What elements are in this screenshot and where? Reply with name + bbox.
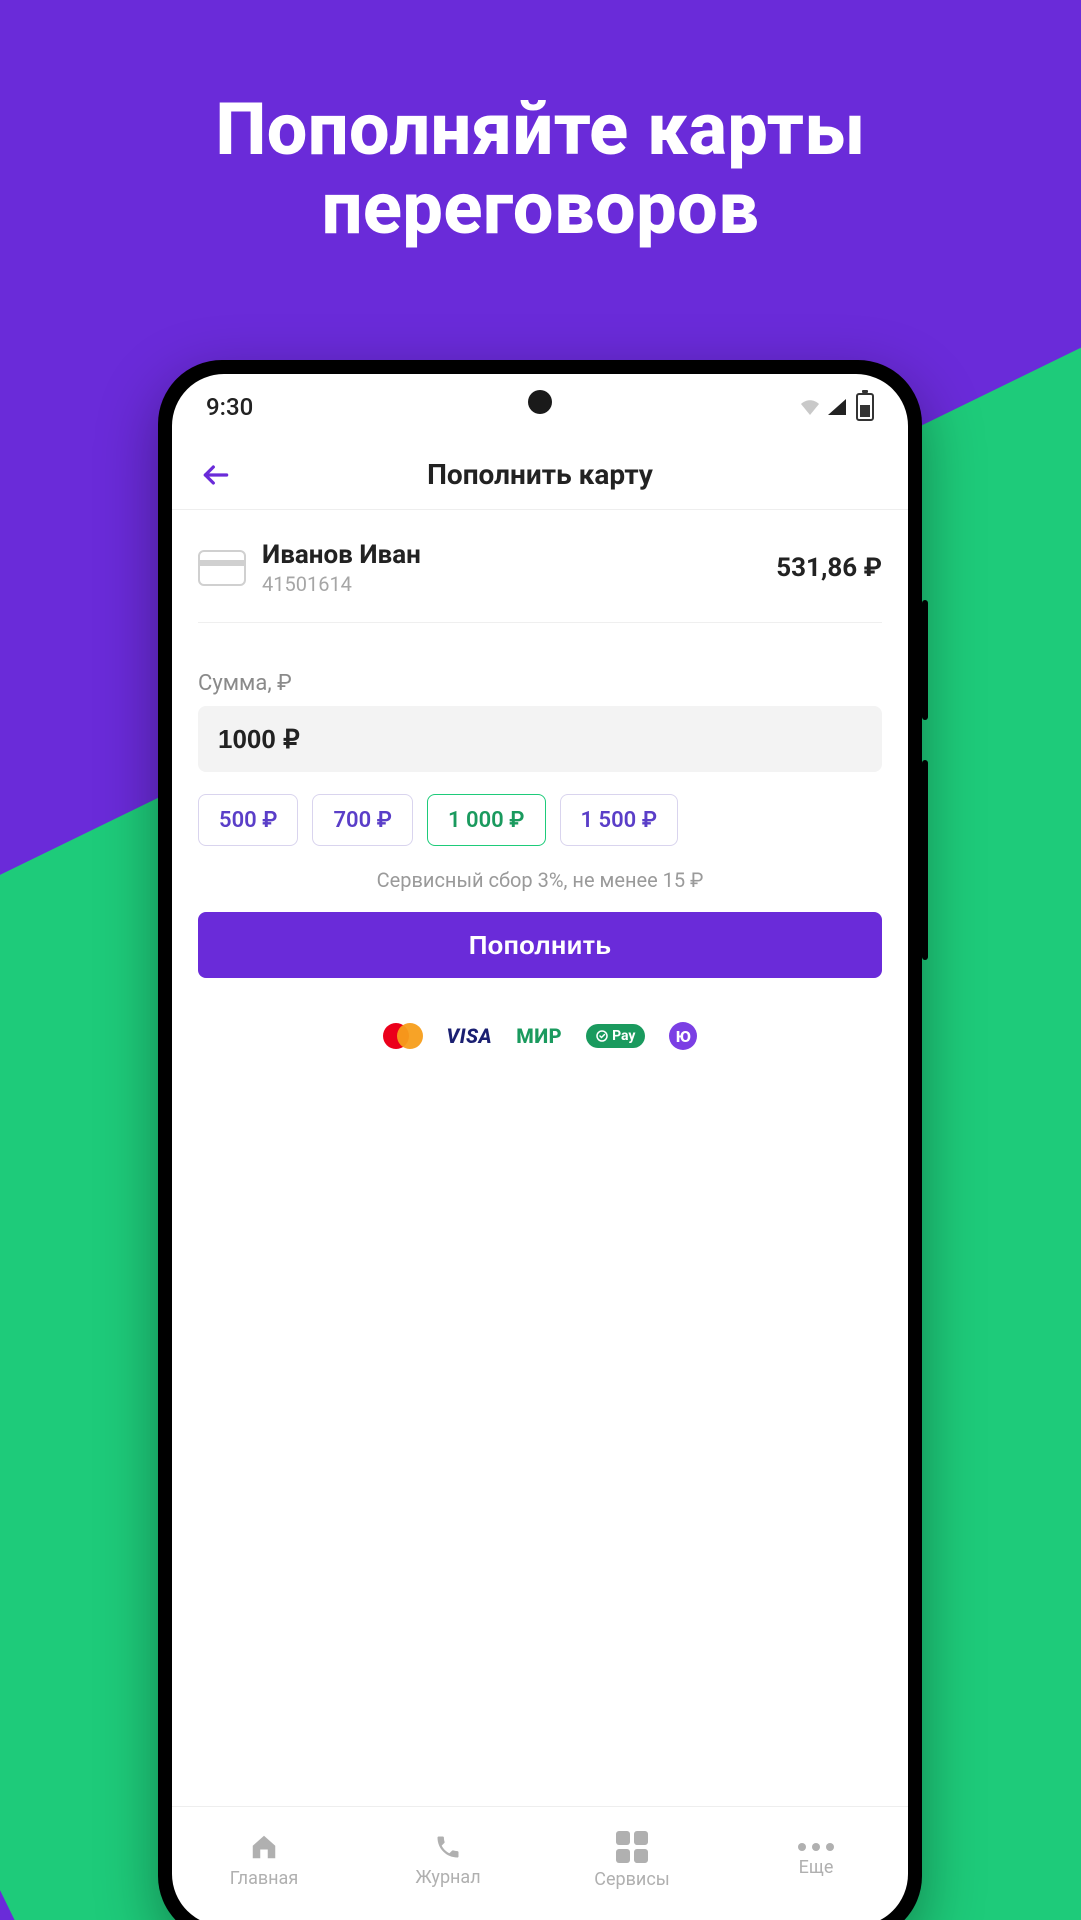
grid-icon (616, 1831, 648, 1863)
sberpay-label: Pay (612, 1028, 635, 1044)
battery-icon (856, 393, 874, 421)
nav-more[interactable]: Еще (724, 1807, 908, 1914)
back-button[interactable] (194, 453, 238, 497)
card-balance: 531,86 ₽ (776, 553, 882, 583)
card-holder-name: Иванов Иван (262, 540, 760, 570)
status-indicators (798, 393, 874, 421)
mastercard-icon (383, 1023, 423, 1049)
marketing-line-1: Пополняйте карты (0, 90, 1081, 169)
nav-home[interactable]: Главная (172, 1807, 356, 1914)
amount-section: Сумма, ₽ 500 ₽ 700 ₽ 1 000 ₽ 1 500 ₽ Сер… (198, 671, 882, 1050)
card-number: 41501614 (262, 572, 760, 596)
amount-label: Сумма, ₽ (198, 671, 882, 696)
card-summary-row[interactable]: Иванов Иван 41501614 531,86 ₽ (198, 510, 882, 623)
amount-input[interactable] (198, 706, 882, 772)
payment-logos-row: VISA МИР Pay Ю (198, 1022, 882, 1050)
yoomoney-icon: Ю (669, 1022, 697, 1050)
mir-icon: МИР (516, 1024, 562, 1048)
card-icon (198, 550, 246, 586)
home-icon (249, 1832, 279, 1862)
bottom-nav: Главная Журнал Сервисы (172, 1806, 908, 1920)
nav-more-label: Еще (799, 1857, 834, 1878)
promo-stage: Пополняйте карты переговоров 9:30 (0, 0, 1081, 1920)
card-info: Иванов Иван 41501614 (262, 540, 760, 596)
phone-side-button-1 (922, 600, 928, 720)
status-time: 9:30 (206, 393, 253, 421)
signal-icon (826, 397, 848, 417)
nav-journal-label: Журнал (415, 1867, 480, 1888)
nav-journal[interactable]: Журнал (356, 1807, 540, 1914)
nav-services-label: Сервисы (594, 1869, 669, 1890)
sberpay-icon: Pay (586, 1024, 645, 1048)
visa-icon: VISA (447, 1024, 493, 1048)
status-bar: 9:30 (172, 374, 908, 440)
marketing-headline: Пополняйте карты переговоров (0, 90, 1081, 248)
more-icon (798, 1843, 834, 1851)
wifi-icon (798, 397, 822, 417)
amount-preset-chips: 500 ₽ 700 ₽ 1 000 ₽ 1 500 ₽ (198, 794, 882, 846)
phone-side-button-2 (922, 760, 928, 960)
topup-button[interactable]: Пополнить (198, 912, 882, 978)
page-title: Пополнить карту (427, 458, 653, 491)
phone-screen: 9:30 Пополни (172, 374, 908, 1920)
app-bar: Пополнить карту (172, 440, 908, 510)
nav-home-label: Главная (230, 1868, 298, 1889)
phone-icon (434, 1833, 462, 1861)
amount-chip-1500[interactable]: 1 500 ₽ (560, 794, 679, 846)
content-area: Иванов Иван 41501614 531,86 ₽ Сумма, ₽ 5… (172, 510, 908, 1806)
amount-chip-700[interactable]: 700 ₽ (312, 794, 412, 846)
service-fee-note: Сервисный сбор 3%, не менее 15 ₽ (198, 868, 882, 892)
phone-frame: 9:30 Пополни (158, 360, 922, 1920)
amount-chip-1000[interactable]: 1 000 ₽ (427, 794, 546, 846)
nav-services[interactable]: Сервисы (540, 1807, 724, 1914)
amount-chip-500[interactable]: 500 ₽ (198, 794, 298, 846)
marketing-line-2: переговоров (0, 169, 1081, 248)
